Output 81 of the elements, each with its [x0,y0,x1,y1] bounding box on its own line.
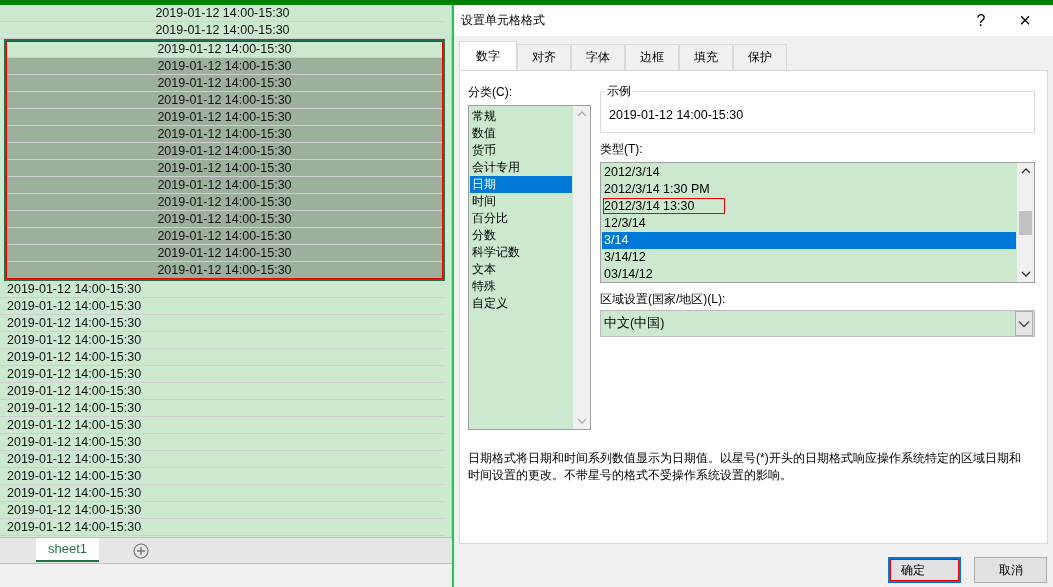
table-cell: 2019-01-12 14:00-15:30 [6,75,443,92]
dialog-title: 设置单元格格式 [461,12,546,29]
table-cell: 2019-01-12 14:00-15:30 [0,349,445,366]
scrollbar[interactable] [1017,163,1034,282]
sample-value: 2019-01-12 14:00-15:30 [609,108,744,122]
type-item[interactable]: 12/3/14 [602,215,1016,232]
tab[interactable]: 字体 [571,44,625,70]
locale-label: 区域设置(国家/地区)(L): [600,291,727,306]
table-cell: 2019-01-12 14:00-15:30 [6,126,443,143]
add-sheet-icon[interactable] [133,543,150,559]
table-cell: 2019-01-12 14:00-15:30 [0,281,445,298]
scroll-up-icon[interactable] [1020,167,1031,175]
table-cell: 2019-01-12 14:00-15:30 [0,417,445,434]
type-label: 类型(T): [600,141,644,156]
type-item[interactable]: 3/14/12 [602,249,1016,266]
scroll-down-icon[interactable] [1020,270,1031,278]
category-item[interactable]: 分数 [470,227,572,244]
table-cell: 2019-01-12 14:00-15:30 [6,245,443,262]
table-cell: 2019-01-12 14:00-15:30 [6,262,443,279]
type-item-text: 2012/3/14 1:30 PM [604,182,710,196]
category-item[interactable]: 自定义 [470,295,572,312]
table-cell: 2019-01-12 14:00-15:30 [0,400,445,417]
table-cell: 2019-01-12 14:00-15:30 [0,332,445,349]
table-cell: 2019-01-12 14:00-15:30 [0,434,445,451]
type-item-text: 3/14/12 [604,250,646,264]
table-cell: 2019-01-12 14:00-15:30 [0,315,445,332]
category-item[interactable]: 货币 [470,142,572,159]
table-cell: 2019-01-12 14:00-15:30 [0,298,445,315]
tab[interactable]: 保护 [733,44,787,70]
category-item[interactable]: 科学记数 [470,244,572,261]
type-item-text: 12/3/14 [604,216,646,230]
category-item[interactable]: 常规 [470,108,572,125]
table-cell: 2019-01-12 14:00-15:30 [0,519,445,536]
category-item[interactable]: 时间 [470,193,572,210]
category-item[interactable]: 百分比 [470,210,572,227]
group-legend: 示例 [605,83,633,100]
description-text: 日期格式将日期和时间系列数值显示为日期值。以星号(*)开头的日期格式响应操作系统特定的区域日期和时间设置的更改。不带星号的格式不受操作系统设置的影响。 [468,450,1022,484]
table-cell: 2019-01-12 14:00-15:30 [6,160,443,177]
type-item-text: 2012/3/14 13:30 [604,199,725,213]
tab[interactable]: 对齐 [517,44,571,70]
category-item[interactable]: 会计专用 [470,159,572,176]
table-cell: 2019-01-12 14:00-15:30 [0,468,445,485]
cancel-button[interactable]: 取消 [974,557,1047,583]
table-cell: 2019-01-12 14:00-15:30 [6,143,443,160]
type-item[interactable]: 2012/3/14 [602,164,1016,181]
table-cell: 2019-01-12 14:00-15:30 [6,194,443,211]
table-cell: 2019-01-12 14:00-15:30 [0,485,445,502]
table-cell: 2019-01-12 14:00-15:30 [0,5,445,22]
tab[interactable]: 填充 [679,44,733,70]
table-cell: 2019-01-12 14:00-15:30 [6,211,443,228]
tab[interactable]: 边框 [625,44,679,70]
type-item-text: 03/14/12 [604,267,653,281]
type-item-text: 2012/3/14 [604,165,660,179]
table-cell: 2019-01-12 14:00-15:30 [6,92,443,109]
type-item[interactable]: 3/14 [602,232,1016,249]
category-item[interactable]: 文本 [470,261,572,278]
tab[interactable]: 数字 [459,41,517,70]
table-cell: 2019-01-12 14:00-15:30 [6,177,443,194]
category-item[interactable]: 日期 [470,176,572,193]
table-cell: 2019-01-12 14:00-15:30 [0,22,445,39]
sheet-tab[interactable]: sheet1 [36,538,100,562]
scroll-thumb[interactable] [1019,210,1032,235]
help-button[interactable]: ? [959,11,1003,30]
type-item-text: 3/14 [604,233,629,247]
table-cell: 2019-01-12 14:00-15:30 [6,58,443,75]
table-cell: 2019-01-12 14:00-15:30 [6,228,443,245]
locale-dropdown[interactable]: 中文(中国) [600,310,1035,337]
type-item[interactable]: 2012/3/14 1:30 PM [602,181,1016,198]
ok-button[interactable]: 确定 [888,557,961,583]
table-cell: 2019-01-12 14:00-15:30 [0,366,445,383]
category-item[interactable]: 特殊 [470,278,572,295]
type-item[interactable]: 03/14/12 [602,266,1016,283]
chevron-down-icon [1018,319,1030,328]
category-label: 分类(C): [468,84,513,99]
table-cell: 2019-01-12 14:00-15:30 [0,451,445,468]
category-item[interactable]: 数值 [470,125,572,142]
table-cell: 2019-01-12 14:00-15:30 [0,502,445,519]
table-cell: 2019-01-12 14:00-15:30 [0,383,445,400]
close-button[interactable]: × [1003,9,1047,32]
table-cell: 2019-01-12 14:00-15:30 [6,109,443,126]
type-item[interactable]: 2012/3/14 13:30 [602,198,1016,215]
